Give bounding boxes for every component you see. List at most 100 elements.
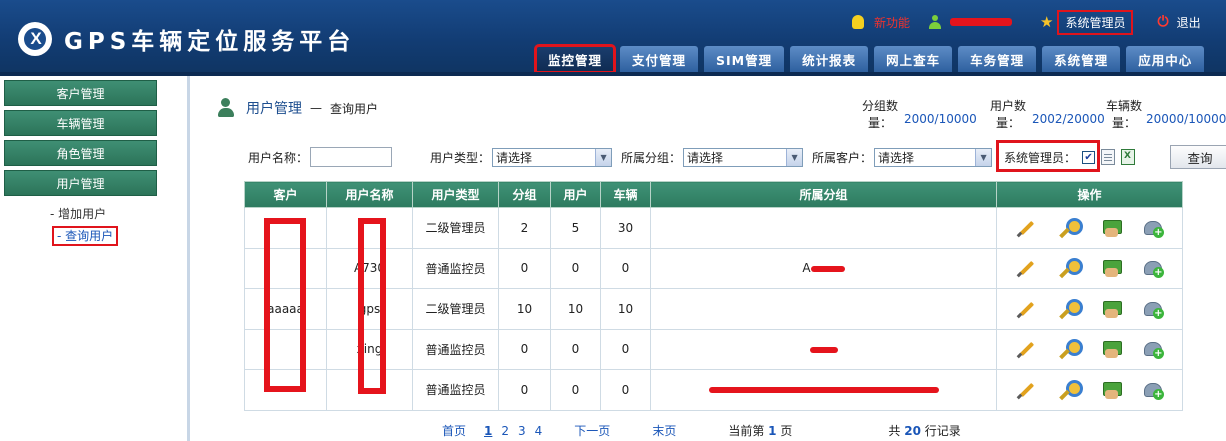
nav-tab-vehicle-affairs[interactable]: 车务管理 xyxy=(958,46,1037,72)
key-icon[interactable] xyxy=(1058,298,1084,319)
cell-vehicles: 0 xyxy=(600,328,651,370)
key-icon[interactable] xyxy=(1058,379,1084,400)
customer-select[interactable]: 请选择 ▼ xyxy=(874,147,993,167)
col-customer: 客户 xyxy=(244,181,327,208)
pager-page-2[interactable]: 2 xyxy=(501,424,509,438)
sidebar-subnav: - 增加用户 - 查询用户 xyxy=(50,204,187,246)
stat-groups: 分组数量： 2000/10000 xyxy=(861,99,977,130)
sidebar-subitem-query-user[interactable]: - 查询用户 xyxy=(52,226,119,246)
cell-vehicles: 0 xyxy=(600,369,651,411)
current-user xyxy=(928,15,1013,29)
sysadmin-filter: 系统管理员： ✔ xyxy=(1004,146,1136,168)
sidebar-subitem-add-user[interactable]: - 增加用户 xyxy=(50,204,187,224)
username-input[interactable] xyxy=(310,147,393,167)
pager-page-3[interactable]: 3 xyxy=(518,424,526,438)
cell-usertype: 二级管理员 xyxy=(412,288,499,330)
add-user-icon[interactable] xyxy=(1143,299,1164,319)
nav-tab-reports[interactable]: 统计报表 xyxy=(790,46,869,72)
export-excel-icon[interactable] xyxy=(1121,149,1136,165)
cell-groups: 2 xyxy=(498,207,551,249)
power-icon: ⏻ xyxy=(1157,14,1169,30)
group-select[interactable]: 请选择 ▼ xyxy=(683,147,804,167)
nav-tab-sim[interactable]: SIM管理 xyxy=(704,46,785,72)
cell-actions xyxy=(996,328,1183,370)
cell-group: A xyxy=(650,247,997,289)
payment-icon[interactable] xyxy=(1101,258,1122,278)
sidebar-item-vehicles[interactable]: 车辆管理 xyxy=(4,110,157,136)
key-icon[interactable] xyxy=(1058,258,1084,278)
payment-icon[interactable] xyxy=(1101,218,1122,238)
nav-tab-system[interactable]: 系统管理 xyxy=(1042,46,1121,72)
cell-vehicles: 0 xyxy=(600,247,651,289)
col-groups: 分组 xyxy=(498,181,551,208)
add-user-icon[interactable] xyxy=(1143,380,1164,400)
pager-total: 共 20 行记录 xyxy=(888,424,961,438)
cell-groups: 0 xyxy=(498,328,551,370)
key-icon[interactable] xyxy=(1058,217,1084,238)
payment-icon[interactable] xyxy=(1101,380,1122,400)
col-usertype: 用户类型 xyxy=(412,181,499,208)
export-doc-icon[interactable] xyxy=(1101,149,1116,165)
role-indicator: ★ 系统管理员 xyxy=(1040,9,1134,35)
pagination: 首页 1 2 3 4 下一页 末页 当前第 1 页 共 20 行记录 xyxy=(442,422,961,439)
add-user-icon[interactable] xyxy=(1143,218,1164,238)
col-username: 用户名称 xyxy=(326,181,413,208)
key-icon[interactable] xyxy=(1058,339,1084,359)
page-title-bar: 用户管理 — 查询用户 xyxy=(218,98,378,118)
table-header: 客户 用户名称 用户类型 分组 用户 车辆 所属分组 操作 xyxy=(244,181,1183,208)
user-icon xyxy=(928,15,942,29)
logout-button[interactable]: ⏻ 退出 xyxy=(1157,14,1200,31)
page-title: 用户管理 xyxy=(246,101,302,117)
cell-vehicles: 30 xyxy=(600,207,651,249)
nav-tab-apps[interactable]: 应用中心 xyxy=(1126,46,1205,72)
pager-last[interactable]: 末页 xyxy=(652,422,676,439)
cell-group xyxy=(650,328,997,370)
usertype-select[interactable]: 请选择 ▼ xyxy=(492,147,613,167)
sidebar-item-roles[interactable]: 角色管理 xyxy=(4,140,157,166)
cell-groups: 10 xyxy=(498,288,551,330)
pager-first[interactable]: 首页 xyxy=(442,422,466,439)
cell-users: 0 xyxy=(550,247,601,289)
pager-page-4[interactable]: 4 xyxy=(535,424,543,438)
chevron-down-icon: ▼ xyxy=(975,148,992,166)
customer-filter: 所属客户： 请选择 ▼ xyxy=(812,146,993,168)
pager-next[interactable]: 下一页 xyxy=(574,422,610,439)
col-users: 用户 xyxy=(550,181,601,208)
cell-group xyxy=(650,207,997,249)
edit-icon[interactable] xyxy=(1016,339,1036,359)
edit-icon[interactable] xyxy=(1016,380,1036,400)
sidebar-item-users[interactable]: 用户管理 xyxy=(4,170,157,196)
payment-icon[interactable] xyxy=(1101,299,1122,319)
star-icon: ★ xyxy=(1040,13,1054,31)
nav-tab-monitor[interactable]: 监控管理 xyxy=(533,44,617,74)
edit-icon[interactable] xyxy=(1016,258,1036,278)
group-filter: 所属分组： 请选择 ▼ xyxy=(621,146,804,168)
query-button[interactable]: 查询 xyxy=(1170,145,1226,169)
edit-icon[interactable] xyxy=(1016,299,1036,319)
payment-icon[interactable] xyxy=(1101,339,1122,359)
add-user-icon[interactable] xyxy=(1143,258,1164,279)
cell-group xyxy=(650,288,997,330)
cell-actions xyxy=(996,247,1183,289)
sidebar-item-customers[interactable]: 客户管理 xyxy=(4,80,157,106)
main-nav: 监控管理 支付管理 SIM管理 统计报表 网上查车 车务管理 系统管理 应用中心 xyxy=(533,44,1210,74)
cell-usertype: 普通监控员 xyxy=(412,328,499,370)
redaction-box-username xyxy=(358,218,386,394)
nav-tab-online-check[interactable]: 网上查车 xyxy=(874,46,953,72)
nav-tab-payment[interactable]: 支付管理 xyxy=(620,46,699,72)
cell-actions xyxy=(996,369,1183,411)
app-header: GPS车辆定位服务平台 新功能 ★ 系统管理员 ⏻ 退出 监控管理 支付管理 S… xyxy=(0,0,1226,76)
add-user-icon[interactable] xyxy=(1143,339,1164,360)
cell-users: 0 xyxy=(550,369,601,411)
edit-icon[interactable] xyxy=(1016,218,1036,238)
stat-vehicles: 车辆数量： 20000/100000 xyxy=(1105,99,1226,130)
redaction-box-customer xyxy=(264,218,306,392)
redaction-mark xyxy=(708,387,939,394)
sysadmin-checkbox[interactable]: ✔ xyxy=(1082,150,1096,164)
logo-icon xyxy=(18,22,52,56)
new-feature-link[interactable]: 新功能 xyxy=(852,14,910,31)
cell-users: 0 xyxy=(550,328,601,370)
cell-vehicles: 10 xyxy=(600,288,651,330)
pager-page-1[interactable]: 1 xyxy=(484,424,492,438)
sidebar: 客户管理 车辆管理 角色管理 用户管理 - 增加用户 - 查询用户 xyxy=(0,76,190,441)
